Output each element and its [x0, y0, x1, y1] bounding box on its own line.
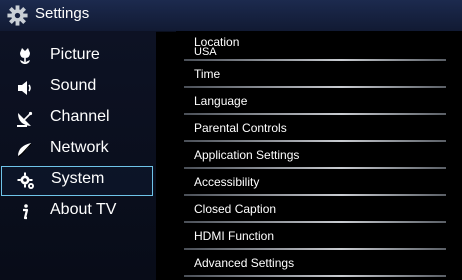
list-item-location[interactable]: Location USA — [176, 31, 446, 61]
list-item-label: Time — [194, 67, 221, 81]
sidebar: Picture Sound Channel Network System Abo… — [0, 31, 156, 280]
sidebar-item-label: Picture — [50, 46, 100, 63]
list-item-label: Advanced Settings — [194, 256, 295, 270]
list-item[interactable]: Accessibility — [176, 169, 446, 196]
list-item-label: HDMI Function — [194, 229, 275, 243]
sidebar-item-system[interactable]: System — [1, 166, 153, 196]
list-item[interactable]: Language — [176, 88, 446, 115]
list-item-label: Parental Controls — [194, 121, 287, 135]
sidebar-item-label: System — [51, 170, 105, 187]
title-bar: Settings — [0, 0, 462, 32]
list-item[interactable]: HDMI Function — [176, 223, 446, 250]
settings-gear-icon — [7, 5, 28, 26]
sidebar-item-channel[interactable]: Channel — [0, 104, 156, 134]
sidebar-item-label: Network — [50, 139, 109, 156]
speaker-icon — [18, 81, 31, 95]
sidebar-item-network[interactable]: Network — [0, 135, 156, 165]
list-item[interactable]: Closed Caption — [176, 196, 446, 223]
info-icon — [23, 204, 29, 220]
satellite-dish-icon — [17, 111, 33, 127]
divider — [184, 275, 446, 277]
list-item[interactable]: Time — [176, 61, 446, 88]
sidebar-item-sound[interactable]: Sound — [0, 73, 156, 103]
sidebar-item-label: Sound — [50, 77, 97, 94]
sidebar-item-about-tv[interactable]: About TV — [0, 197, 156, 227]
gear-icon — [17, 172, 34, 189]
tulip-icon — [20, 48, 30, 64]
list-item-label: Application Settings — [194, 148, 300, 162]
list-item[interactable]: Application Settings — [176, 142, 446, 169]
page-title: Settings — [35, 5, 90, 22]
list-item[interactable]: Advanced Settings — [176, 250, 446, 277]
list-item-label: Accessibility — [194, 175, 260, 189]
list-item-value: USA — [194, 46, 217, 58]
sidebar-item-picture[interactable]: Picture — [0, 42, 156, 72]
sidebar-item-label: Channel — [50, 108, 110, 125]
network-icon — [18, 143, 32, 158]
sidebar-item-label: About TV — [50, 201, 117, 218]
settings-list: Location USA Time Language Parental Cont… — [176, 31, 462, 280]
list-item-label: Language — [194, 94, 248, 108]
list-item-label: Closed Caption — [194, 202, 277, 216]
list-item[interactable]: Parental Controls — [176, 115, 446, 142]
